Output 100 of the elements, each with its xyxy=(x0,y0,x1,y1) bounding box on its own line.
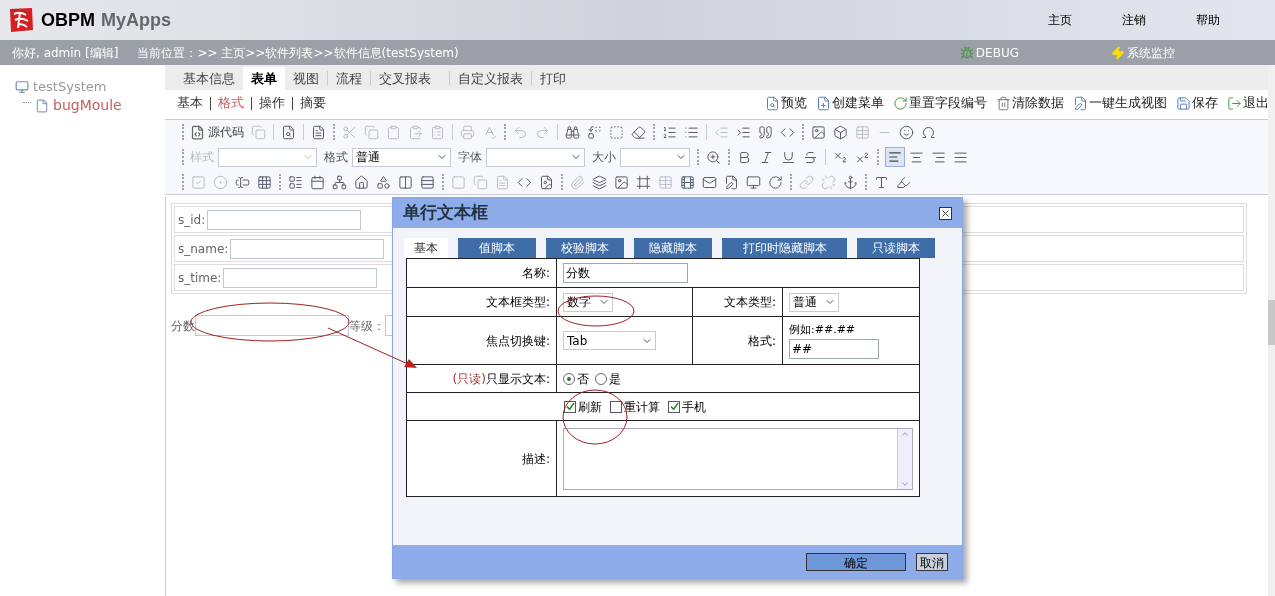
dialog-tab[interactable]: 基本 xyxy=(404,238,448,258)
monitor-icon[interactable] xyxy=(746,174,761,190)
layers-icon[interactable] xyxy=(592,174,607,190)
numbered-list-icon[interactable] xyxy=(662,124,677,140)
field-label: 描述: xyxy=(521,451,550,466)
align-center-icon[interactable] xyxy=(909,149,924,165)
toolbar-action[interactable]: 保存 xyxy=(1176,93,1218,113)
tab[interactable]: 表单 xyxy=(243,67,285,90)
image-icon[interactable] xyxy=(614,174,629,190)
subtab[interactable]: 操作 xyxy=(259,93,285,113)
dialog-tab[interactable]: 打印时隐藏脚本 xyxy=(722,238,847,258)
dialog-tab[interactable]: 值脚本 xyxy=(458,238,536,258)
tab[interactable]: 基本信息 xyxy=(175,67,243,90)
frame-icon[interactable] xyxy=(636,174,651,190)
input-field[interactable]: 分数 xyxy=(563,263,688,283)
toolbar-action[interactable]: 一键生成视图 xyxy=(1073,93,1167,113)
radio-option[interactable]: 否 xyxy=(563,369,589,388)
source-button[interactable]: 源代码 xyxy=(187,123,247,141)
align-right-icon[interactable] xyxy=(931,149,946,165)
select-all-icon[interactable] xyxy=(609,124,624,140)
columns-icon[interactable] xyxy=(398,174,413,190)
bold-icon[interactable] xyxy=(737,149,752,165)
film-icon[interactable] xyxy=(680,174,695,190)
style-select[interactable]: 普通 xyxy=(352,147,451,167)
smiley-icon[interactable] xyxy=(899,124,914,140)
quote-icon[interactable] xyxy=(758,124,773,140)
checkbox-option[interactable]: 刷新 xyxy=(564,397,602,416)
image-icon[interactable] xyxy=(811,124,826,140)
input-field[interactable] xyxy=(195,315,349,336)
radio-icon[interactable] xyxy=(213,174,228,190)
anchor-icon[interactable] xyxy=(843,174,858,190)
bullet-list-icon[interactable] xyxy=(684,124,699,140)
subtab[interactable]: 摘要 xyxy=(300,93,326,113)
dropdown[interactable]: Tab xyxy=(563,331,656,350)
template-icon[interactable] xyxy=(311,124,326,140)
toolbar-action[interactable]: 清除数据 xyxy=(996,93,1064,113)
rows-icon[interactable] xyxy=(420,174,435,190)
strikethrough-icon[interactable] xyxy=(803,149,818,165)
dropdown[interactable]: 普通 xyxy=(789,292,839,312)
toolbar-action[interactable]: 创建菜单 xyxy=(816,93,884,113)
tab[interactable]: 打印 xyxy=(532,67,574,90)
checkbox-option[interactable]: 重计算 xyxy=(610,397,660,416)
dialog-tab[interactable]: 只读脚本 xyxy=(857,238,935,258)
mail-icon[interactable] xyxy=(702,174,717,190)
eraser-icon[interactable] xyxy=(631,124,646,140)
binoculars-icon[interactable] xyxy=(565,124,580,140)
close-button[interactable] xyxy=(939,206,952,220)
underline-icon[interactable] xyxy=(781,149,796,165)
replace-icon[interactable] xyxy=(587,124,602,140)
toolbar-action[interactable]: 退出 xyxy=(1227,93,1269,113)
header-link[interactable]: 帮助 xyxy=(1196,11,1220,29)
spellcheck-icon[interactable] xyxy=(482,124,497,140)
subscript-icon[interactable] xyxy=(833,149,848,165)
file-image-icon[interactable] xyxy=(539,174,554,190)
checkbox-icon[interactable] xyxy=(191,174,206,190)
align-left-icon[interactable] xyxy=(885,147,905,167)
input-field[interactable] xyxy=(230,238,385,259)
checkbox-option[interactable]: 手机 xyxy=(668,397,706,416)
dialog-tab[interactable]: 隐藏脚本 xyxy=(634,238,712,258)
file-edit-icon[interactable] xyxy=(724,174,739,190)
tab[interactable]: 交叉报表 xyxy=(371,67,439,90)
shapes-icon[interactable] xyxy=(376,174,391,190)
radio-option[interactable]: 是 xyxy=(595,369,621,388)
align-justify-icon[interactable] xyxy=(953,149,968,165)
font-color-icon[interactable] xyxy=(874,174,889,190)
tab[interactable]: 自定义报表 xyxy=(450,67,531,90)
paperclip-icon[interactable] xyxy=(570,174,585,190)
header-link[interactable]: 注销 xyxy=(1122,11,1146,29)
grid-icon[interactable] xyxy=(257,174,272,190)
zoom-icon[interactable] xyxy=(706,149,721,165)
indent-icon[interactable] xyxy=(736,124,751,140)
highlight-icon[interactable] xyxy=(896,174,911,190)
box-icon[interactable] xyxy=(833,124,848,140)
input-field[interactable]: ## xyxy=(789,338,879,359)
house-icon[interactable] xyxy=(354,174,369,190)
omega-icon[interactable] xyxy=(921,124,936,140)
input-field[interactable] xyxy=(223,267,378,288)
text-field-icon[interactable] xyxy=(235,174,250,190)
dialog-button[interactable]: 取消 xyxy=(916,552,948,571)
refresh-icon[interactable] xyxy=(768,174,783,190)
superscript-icon[interactable] xyxy=(855,149,870,165)
calendar-icon[interactable] xyxy=(310,174,325,190)
network-icon[interactable] xyxy=(332,174,347,190)
preview-icon[interactable] xyxy=(281,124,296,140)
tab[interactable]: 流程 xyxy=(328,67,370,90)
tab[interactable]: 视图 xyxy=(285,67,327,90)
toolbar-action[interactable]: 重置字段编号 xyxy=(893,93,987,113)
list-icon[interactable] xyxy=(288,174,303,190)
header-link[interactable]: 主页 xyxy=(1048,11,1072,29)
input-field[interactable] xyxy=(207,209,362,230)
dropdown[interactable]: 数字 xyxy=(563,292,613,312)
scrollbar[interactable] xyxy=(1268,65,1275,596)
dialog-button[interactable]: 确定 xyxy=(806,552,906,571)
toolbar-action[interactable]: 预览 xyxy=(765,93,807,113)
subtab[interactable]: 格式 xyxy=(218,93,244,113)
subtab[interactable]: 基本 xyxy=(177,93,203,113)
dialog-tab[interactable]: 校验脚本 xyxy=(546,238,624,258)
description-field[interactable] xyxy=(563,427,913,490)
tree-item[interactable]: bugMoule xyxy=(53,95,122,116)
italic-icon[interactable] xyxy=(759,149,774,165)
